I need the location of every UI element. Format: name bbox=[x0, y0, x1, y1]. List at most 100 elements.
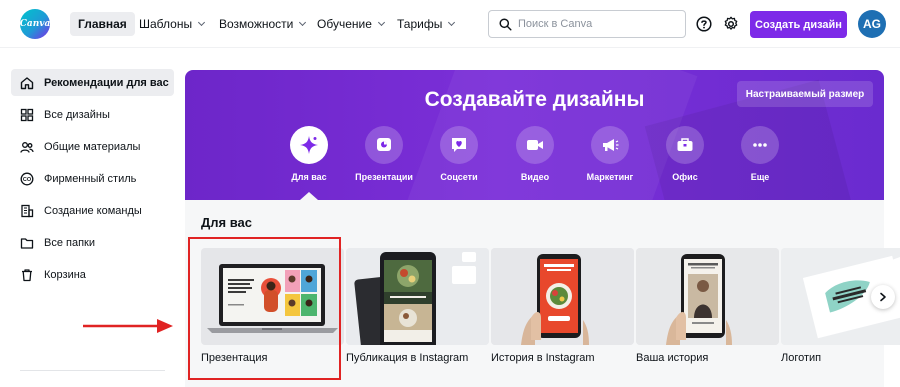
nav-features[interactable]: Возможности bbox=[211, 12, 313, 36]
question-circle-icon bbox=[696, 16, 712, 32]
sidebar-divider bbox=[20, 370, 165, 371]
megaphone-icon bbox=[603, 139, 619, 151]
briefcase-icon bbox=[677, 138, 693, 151]
card-thumbnail bbox=[636, 248, 779, 345]
chevron-down-icon bbox=[377, 18, 385, 27]
card-label: Публикация в Instagram bbox=[346, 352, 469, 364]
settings-button[interactable] bbox=[721, 14, 741, 34]
nav-home-label: Главная bbox=[78, 17, 127, 31]
create-design-button[interactable]: Создать дизайн bbox=[750, 11, 847, 38]
category-circle bbox=[741, 126, 779, 164]
avatar[interactable]: AG bbox=[858, 10, 886, 38]
search-input[interactable] bbox=[518, 18, 678, 30]
trash-icon bbox=[20, 268, 34, 282]
nav-learn[interactable]: Обучение bbox=[309, 12, 392, 36]
category-label: Видео bbox=[520, 172, 550, 182]
sidebar-item-label: Общие материалы bbox=[44, 140, 141, 153]
sidebar-item-recommended[interactable]: Рекомендации для вас bbox=[11, 69, 174, 96]
nav-learn-label: Обучение bbox=[317, 17, 372, 31]
presentation-icon bbox=[377, 138, 391, 151]
category-circle bbox=[365, 126, 403, 164]
grid-icon bbox=[20, 108, 34, 122]
category-circle bbox=[516, 126, 554, 164]
avatar-initials: AG bbox=[863, 17, 881, 31]
sparkle-icon bbox=[300, 136, 318, 154]
card-label: Ваша история bbox=[636, 352, 709, 364]
nav-templates-label: Шаблоны bbox=[139, 17, 193, 31]
home-icon bbox=[20, 76, 34, 90]
chevron-right-icon bbox=[880, 292, 886, 302]
custom-size-label: Настраиваемый размер bbox=[745, 88, 865, 100]
category-circle bbox=[666, 126, 704, 164]
category-label: Еще bbox=[750, 172, 770, 182]
sidebar-item-folders[interactable]: Все папки bbox=[11, 229, 174, 256]
card-thumbnail bbox=[346, 248, 489, 345]
sidebar-item-shared[interactable]: Общие материалы bbox=[11, 133, 174, 160]
building-icon bbox=[20, 204, 34, 218]
annotation-arrow-icon bbox=[83, 319, 173, 333]
sidebar-item-label: Все дизайны bbox=[44, 108, 110, 121]
card-instagram-post[interactable]: Публикация в Instagram bbox=[346, 248, 489, 364]
chevron-down-icon bbox=[198, 18, 206, 27]
category-marketing[interactable]: Маркетинг bbox=[575, 126, 645, 182]
nav-pricing-label: Тарифы bbox=[397, 17, 443, 31]
category-office[interactable]: Офис bbox=[650, 126, 720, 182]
card-label: История в Instagram bbox=[491, 352, 595, 364]
search-icon bbox=[499, 17, 512, 31]
sidebar-item-label: Создание команды bbox=[44, 204, 142, 217]
category-for-you[interactable]: Для вас bbox=[274, 126, 344, 182]
sidebar-item-label: Все папки bbox=[44, 236, 95, 249]
help-button[interactable] bbox=[694, 14, 714, 34]
category-social[interactable]: Соцсети bbox=[424, 126, 494, 182]
nav-templates[interactable]: Шаблоны bbox=[131, 12, 212, 36]
heart-chat-icon bbox=[452, 138, 466, 152]
sidebar-item-all-designs[interactable]: Все дизайны bbox=[11, 101, 174, 128]
canva-logo[interactable]: Canva bbox=[20, 9, 50, 39]
carousel-next-button[interactable] bbox=[871, 285, 895, 309]
phone-hand-illustration bbox=[491, 248, 634, 345]
top-bar: Canva Главная Шаблоны Возможности Обучен… bbox=[0, 0, 900, 48]
people-icon bbox=[20, 140, 34, 154]
category-more[interactable]: Еще bbox=[725, 126, 795, 182]
logo-text: Canva bbox=[19, 19, 51, 29]
category-circle bbox=[440, 126, 478, 164]
search-box[interactable] bbox=[488, 10, 686, 38]
create-design-label: Создать дизайн bbox=[755, 18, 842, 31]
card-your-story[interactable]: Ваша история bbox=[636, 248, 779, 364]
category-label: Маркетинг bbox=[586, 172, 634, 182]
nav-features-label: Возможности bbox=[219, 17, 294, 31]
gear-icon bbox=[724, 16, 738, 30]
phone-hand-illustration bbox=[636, 248, 779, 345]
sidebar-item-trash[interactable]: Корзина bbox=[11, 261, 174, 288]
category-video[interactable]: Видео bbox=[500, 126, 570, 182]
sidebar: Рекомендации для вас Все дизайны Общие м… bbox=[0, 48, 180, 387]
folder-icon bbox=[20, 236, 34, 250]
sidebar-item-brand[interactable]: CO Фирменный стиль bbox=[11, 165, 174, 192]
category-presentations[interactable]: Презентации bbox=[349, 126, 419, 182]
sidebar-item-label: Фирменный стиль bbox=[44, 172, 137, 185]
category-label: Для вас bbox=[291, 172, 327, 182]
chevron-down-icon bbox=[299, 18, 307, 27]
card-thumbnail bbox=[491, 248, 634, 345]
brand-icon: CO bbox=[20, 172, 34, 186]
card-label: Логотип bbox=[781, 352, 822, 364]
custom-size-button[interactable]: Настраиваемый размер bbox=[737, 81, 873, 107]
category-circle bbox=[591, 126, 629, 164]
category-indicator bbox=[300, 192, 318, 200]
nav-home[interactable]: Главная bbox=[70, 12, 135, 36]
video-camera-icon bbox=[527, 140, 543, 150]
hero-banner: Создавайте дизайны Настраиваемый размер … bbox=[185, 70, 884, 200]
category-circle bbox=[290, 126, 328, 164]
card-instagram-story[interactable]: История в Instagram bbox=[491, 248, 634, 364]
chevron-down-icon bbox=[448, 18, 456, 27]
category-label: Офис bbox=[672, 172, 698, 182]
category-label: Презентации bbox=[355, 172, 413, 182]
section-title: Для вас bbox=[201, 215, 252, 230]
annotation-highlight-box bbox=[188, 237, 341, 380]
sidebar-item-label: Рекомендации для вас bbox=[44, 76, 169, 89]
nav-pricing[interactable]: Тарифы bbox=[389, 12, 462, 36]
sidebar-item-team[interactable]: Создание команды bbox=[11, 197, 174, 224]
category-label: Соцсети bbox=[440, 172, 478, 182]
more-dots-icon bbox=[753, 143, 767, 147]
phone-illustration bbox=[346, 248, 489, 345]
